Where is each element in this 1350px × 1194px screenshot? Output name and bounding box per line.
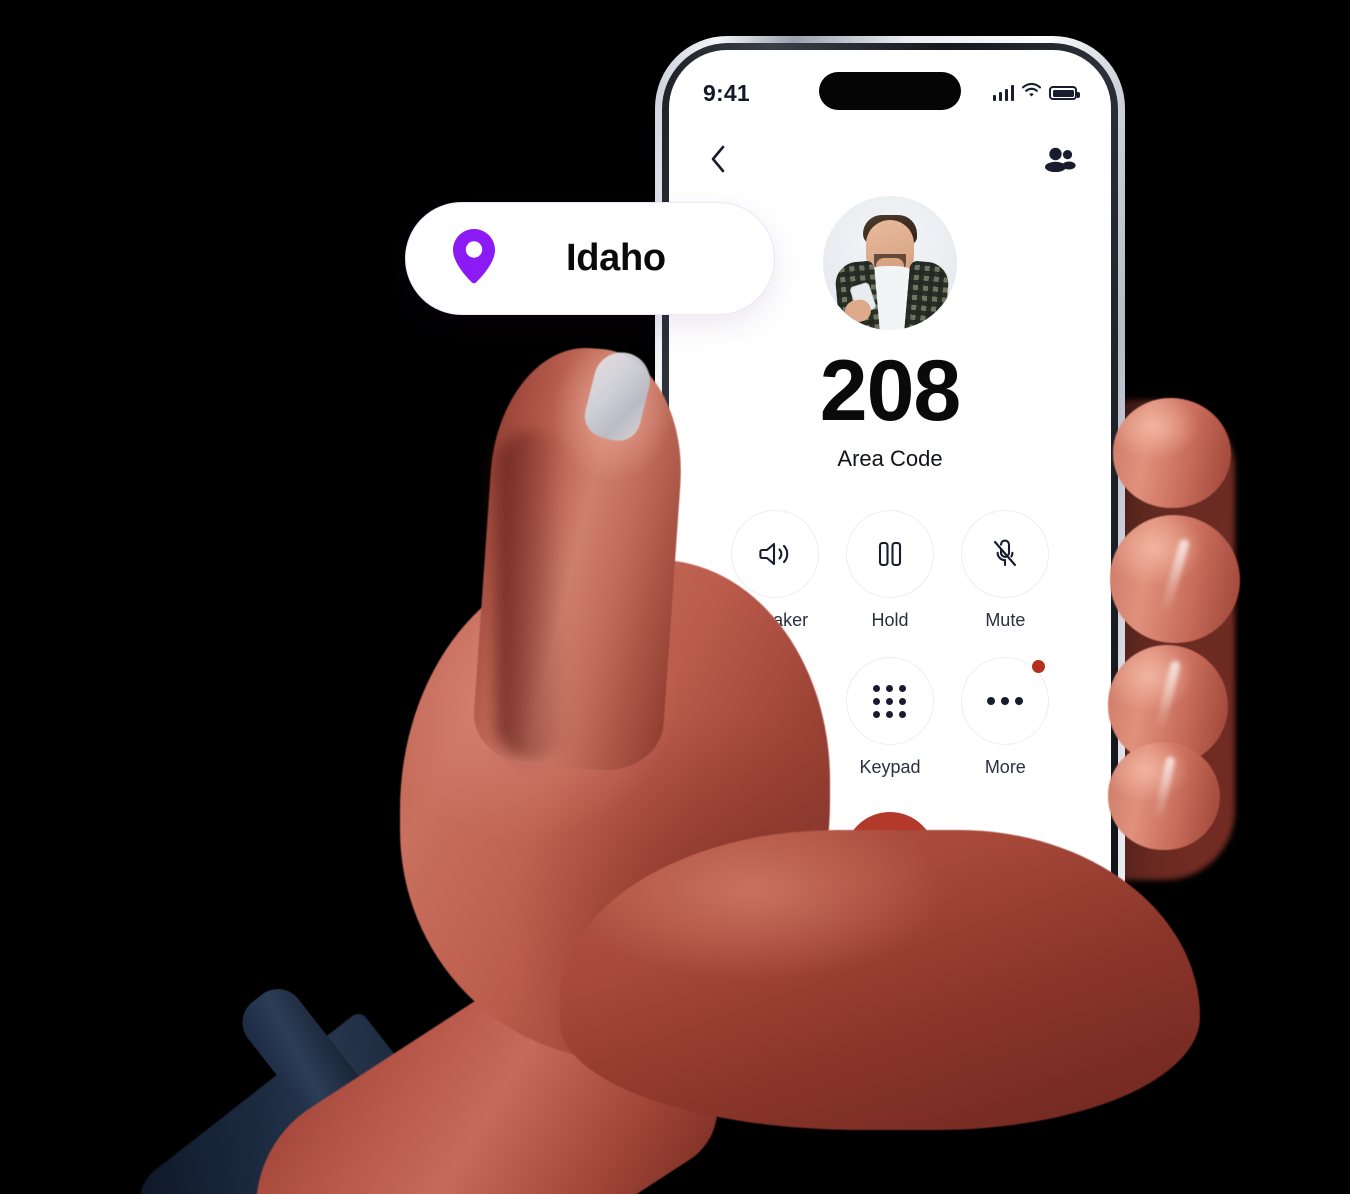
mute-button[interactable] [961, 510, 1050, 598]
back-button[interactable] [703, 144, 733, 174]
pause-icon [878, 541, 902, 567]
control-keypad[interactable]: Keypad [845, 657, 934, 778]
contacts-button[interactable] [1043, 144, 1077, 174]
location-pin-icon [452, 228, 496, 289]
speaker-icon [759, 542, 788, 566]
call-controls-grid: Speaker Hold Mute Add call Keypad More [669, 510, 1111, 778]
location-badge[interactable]: Idaho [405, 202, 775, 315]
smartphone: 9:41 208 Area Code Speaker Hold Mute Add… [655, 36, 1125, 954]
control-more[interactable]: More [961, 657, 1050, 778]
keypad-label: Keypad [859, 757, 921, 777]
end-call-row [669, 812, 1111, 904]
speaker-button[interactable] [730, 510, 819, 598]
chevron-left-icon [711, 145, 725, 173]
mic-off-icon [994, 539, 1017, 567]
wifi-icon [1021, 82, 1042, 103]
scene-root: 9:41 208 Area Code Speaker Hold Mute Add… [0, 0, 1350, 1194]
finger-highlight-1 [1159, 538, 1191, 614]
end-call-button[interactable] [844, 812, 936, 904]
thumb-shadow [496, 430, 566, 760]
shirt-sleeve [123, 1010, 502, 1194]
contacts-people-icon [1045, 147, 1076, 172]
finger-ring [1108, 645, 1228, 765]
hold-label: Hold [871, 610, 909, 630]
person-add-icon [760, 688, 789, 714]
forearm [209, 917, 741, 1194]
status-bar: 9:41 [669, 50, 1111, 124]
thumbnail [580, 346, 656, 446]
control-mute[interactable]: Mute [961, 510, 1050, 631]
hold-button[interactable] [845, 510, 934, 598]
keypad-dots-icon [873, 684, 907, 718]
control-speaker[interactable]: Speaker [730, 510, 819, 631]
phone-screen: 9:41 208 Area Code Speaker Hold Mute Add… [669, 50, 1111, 940]
control-hold[interactable]: Hold [845, 510, 934, 631]
notification-badge [1032, 660, 1046, 673]
finger-highlight-2 [1154, 659, 1182, 731]
more-label: More [984, 757, 1026, 777]
add-call-label: Add call [742, 757, 807, 777]
area-code-label: Area Code [837, 446, 943, 471]
avatar-plaid-shirt-right [903, 260, 951, 330]
more-dots-icon [987, 697, 1024, 705]
cellular-signal-icon [992, 85, 1014, 101]
mute-label: Mute [985, 610, 1026, 630]
location-label: Idaho [566, 237, 666, 279]
finger-index [1113, 398, 1231, 508]
status-time: 9:41 [703, 79, 750, 106]
speaker-label: Speaker [741, 610, 809, 630]
nav-bar [669, 124, 1111, 180]
finger-highlight-3 [1153, 755, 1176, 821]
more-button[interactable] [961, 657, 1050, 745]
keypad-button[interactable] [845, 657, 934, 745]
dynamic-island [819, 72, 961, 110]
phone-hangup-icon [874, 853, 906, 866]
shirt-cuff [232, 978, 386, 1151]
add-call-button[interactable] [730, 657, 819, 745]
battery-icon [1049, 86, 1080, 100]
avatar [823, 196, 957, 330]
status-icons [992, 71, 1080, 103]
area-code-number: 208 [819, 343, 962, 439]
control-add-call[interactable]: Add call [730, 657, 819, 778]
finger-middle [1110, 515, 1240, 643]
